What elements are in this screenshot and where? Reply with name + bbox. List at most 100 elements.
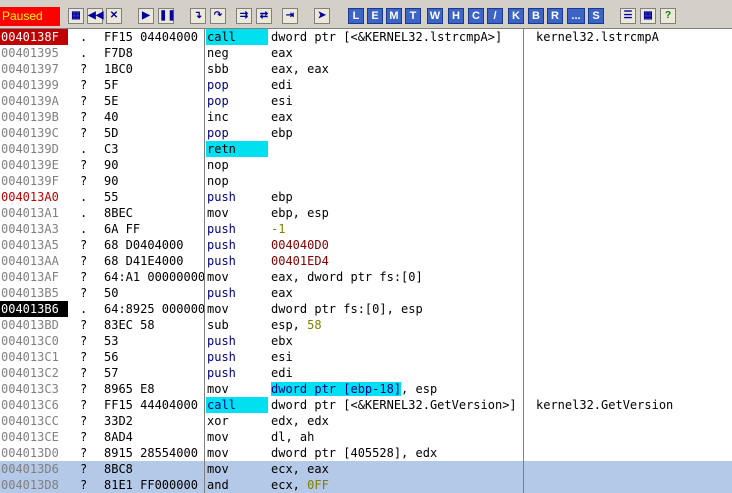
address-cell: 004013A5 — [1, 238, 59, 252]
mnemonic-cell: sub — [207, 318, 229, 332]
mnemonic-cell: pop — [207, 126, 229, 140]
comment-cell — [536, 125, 732, 141]
comment-cell: kernel32.lstrcmpA — [536, 30, 659, 44]
memory-map-button[interactable]: M — [386, 8, 402, 24]
comment-cell — [536, 77, 732, 93]
run-trace-button[interactable]: ... — [567, 8, 585, 24]
disassembly-row[interactable]: 004013B6. 64:8925 00000000mov dword ptr fs… — [0, 301, 732, 317]
disassembly-row[interactable]: 004013A0. 55 push ebp — [0, 189, 732, 205]
address-cell: 004013B5 — [1, 286, 59, 300]
trace-into-icon[interactable]: ⇉ — [236, 8, 252, 24]
disassembly-row[interactable]: 0040139B? 40 inc eax — [0, 109, 732, 125]
address-cell: 004013D6 — [1, 462, 59, 476]
disassembly-row[interactable]: 004013A3. 6A FF push -1 — [0, 221, 732, 237]
close-icon[interactable]: ✕ — [106, 8, 122, 24]
list-icon[interactable]: ☰ — [620, 8, 636, 24]
disassembly-row[interactable]: 0040139A? 5E pop esi — [0, 93, 732, 109]
operands-cell: ebx — [271, 333, 523, 349]
breakpoints-button[interactable]: B — [528, 8, 544, 24]
comment-cell — [536, 253, 732, 269]
disassembly-row[interactable]: 004013C3? 8965 E8 mov dword ptr [ebp-18], e… — [0, 381, 732, 397]
step-over-icon[interactable]: ↷ — [210, 8, 226, 24]
disassembly-row[interactable]: 004013C1? 56 push esi — [0, 349, 732, 365]
disassembly-row[interactable]: 004013C2? 57 push edi — [0, 365, 732, 381]
mnemonic-cell: push — [207, 286, 236, 300]
flag-cell: ? — [80, 334, 88, 348]
operands-text: ebx — [271, 334, 293, 348]
address-cell: 004013D8 — [1, 478, 59, 492]
disassembly-row[interactable]: 0040139C? 5D pop ebp — [0, 125, 732, 141]
address-cell: 0040139B — [1, 110, 59, 124]
disassembly-row[interactable]: 00401395. F7D8 neg eax — [0, 45, 732, 61]
references-button[interactable]: R — [547, 8, 563, 24]
hex-dump-cell: F7D8 — [104, 46, 133, 60]
source-button[interactable]: S — [588, 8, 604, 24]
grid-icon[interactable]: ▦ — [640, 8, 656, 24]
operands-text: esi — [271, 94, 293, 108]
run-icon[interactable]: ▶ — [138, 8, 154, 24]
disassembly-row[interactable]: 004013AF? 64:A1 00000000 mov eax, dword ptr… — [0, 269, 732, 285]
disassembly-row[interactable]: 004013D8? 81E1 FF000000 and ecx, 0FF — [0, 477, 732, 493]
disassembly-row[interactable]: 00401399? 5F pop edi — [0, 77, 732, 93]
disassembly-row[interactable]: 0040139F? 90 nop — [0, 173, 732, 189]
handles-button[interactable]: H — [448, 8, 464, 24]
hex-dump-cell: FF15 04404000 — [104, 30, 198, 44]
disassembly-row[interactable]: 004013D6? 8BC8 mov ecx, eax — [0, 461, 732, 477]
operands-cell: 004040D0 — [271, 237, 523, 253]
disassembly-row[interactable]: 004013C0? 53 push ebx — [0, 333, 732, 349]
windows-button[interactable]: W — [427, 8, 443, 24]
address-cell: 0040139C — [1, 126, 59, 140]
step-into-icon[interactable]: ↴ — [190, 8, 206, 24]
cpu-button[interactable]: C — [468, 8, 484, 24]
disassembly-row[interactable]: 00401397? 1BC0 sbb eax, eax — [0, 61, 732, 77]
address-cell: 004013AF — [1, 270, 59, 284]
goto-icon[interactable]: ➤ — [314, 8, 330, 24]
mnemonic-cell: and — [207, 478, 229, 492]
disassembly-row[interactable]: 0040139D. C3 retn — [0, 141, 732, 157]
pause-icon[interactable]: ❚❚ — [158, 8, 176, 24]
hex-dump-cell: 90 — [104, 174, 119, 188]
trace-over-icon[interactable]: ⇄ — [256, 8, 272, 24]
comment-cell — [536, 221, 732, 237]
comment-cell — [536, 109, 732, 125]
mnemonic-cell: push — [207, 350, 236, 364]
open-icon[interactable]: ▦ — [68, 8, 84, 24]
operands-text: edi — [271, 366, 293, 380]
patches-button[interactable]: / — [487, 8, 503, 24]
log-button[interactable]: L — [348, 8, 364, 24]
disassembly-row[interactable]: 004013A1. 8BEC mov ebp, esp — [0, 205, 732, 221]
mnemonic-cell: pop — [207, 94, 229, 108]
operands-text: ecx, — [271, 478, 308, 492]
operands-text: 004040D0 — [271, 238, 329, 252]
disassembly-row[interactable]: 004013C6? FF15 44404000 call dword ptr [<&K… — [0, 397, 732, 413]
disassembly-row[interactable]: 0040138F. FF15 04404000 call dword ptr [<&K… — [0, 29, 732, 45]
address-cell: 004013CE — [1, 430, 59, 444]
disassembly-row[interactable]: 004013AA? 68 D41E4000 push 00401ED4 — [0, 253, 732, 269]
rewind-icon[interactable]: ◀◀ — [87, 8, 103, 24]
comment-cell — [536, 45, 732, 61]
mnemonic-cell: mov — [207, 446, 229, 460]
disassembly-row[interactable]: 0040139E? 90 nop — [0, 157, 732, 173]
execute-till-return-icon[interactable]: ⇥ — [282, 8, 298, 24]
disassembly-row[interactable]: 004013D0? 8915 28554000 mov dword ptr [4055… — [0, 445, 732, 461]
hex-dump-cell: 50 — [104, 286, 119, 300]
comment-cell — [536, 237, 732, 253]
disassembly-pane[interactable]: 0040138F. FF15 04404000 call dword ptr [<&K… — [0, 29, 732, 493]
address-cell: 0040139D — [1, 142, 59, 156]
comment-cell — [536, 365, 732, 381]
disassembly-row[interactable]: 004013CC? 33D2 xor edx, edx — [0, 413, 732, 429]
address-cell: 004013C1 — [1, 350, 59, 364]
operands-text: edi — [271, 78, 293, 92]
flag-cell: ? — [80, 254, 88, 268]
threads-button[interactable]: T — [405, 8, 421, 24]
disassembly-row[interactable]: 004013CE? 8AD4 mov dl, ah — [0, 429, 732, 445]
immediate-value: 58 — [307, 318, 322, 332]
disassembly-row[interactable]: 004013BD? 83EC 58 sub esp, 58 — [0, 317, 732, 333]
help-icon[interactable]: ? — [660, 8, 676, 24]
disassembly-row[interactable]: 004013A5? 68 D0404000 push 004040D0 — [0, 237, 732, 253]
call-stack-button[interactable]: K — [508, 8, 524, 24]
operands-cell: ebp, esp — [271, 205, 523, 221]
disassembly-row[interactable]: 004013B5? 50 push eax — [0, 285, 732, 301]
flag-cell: ? — [80, 94, 88, 108]
executable-modules-button[interactable]: E — [367, 8, 383, 24]
